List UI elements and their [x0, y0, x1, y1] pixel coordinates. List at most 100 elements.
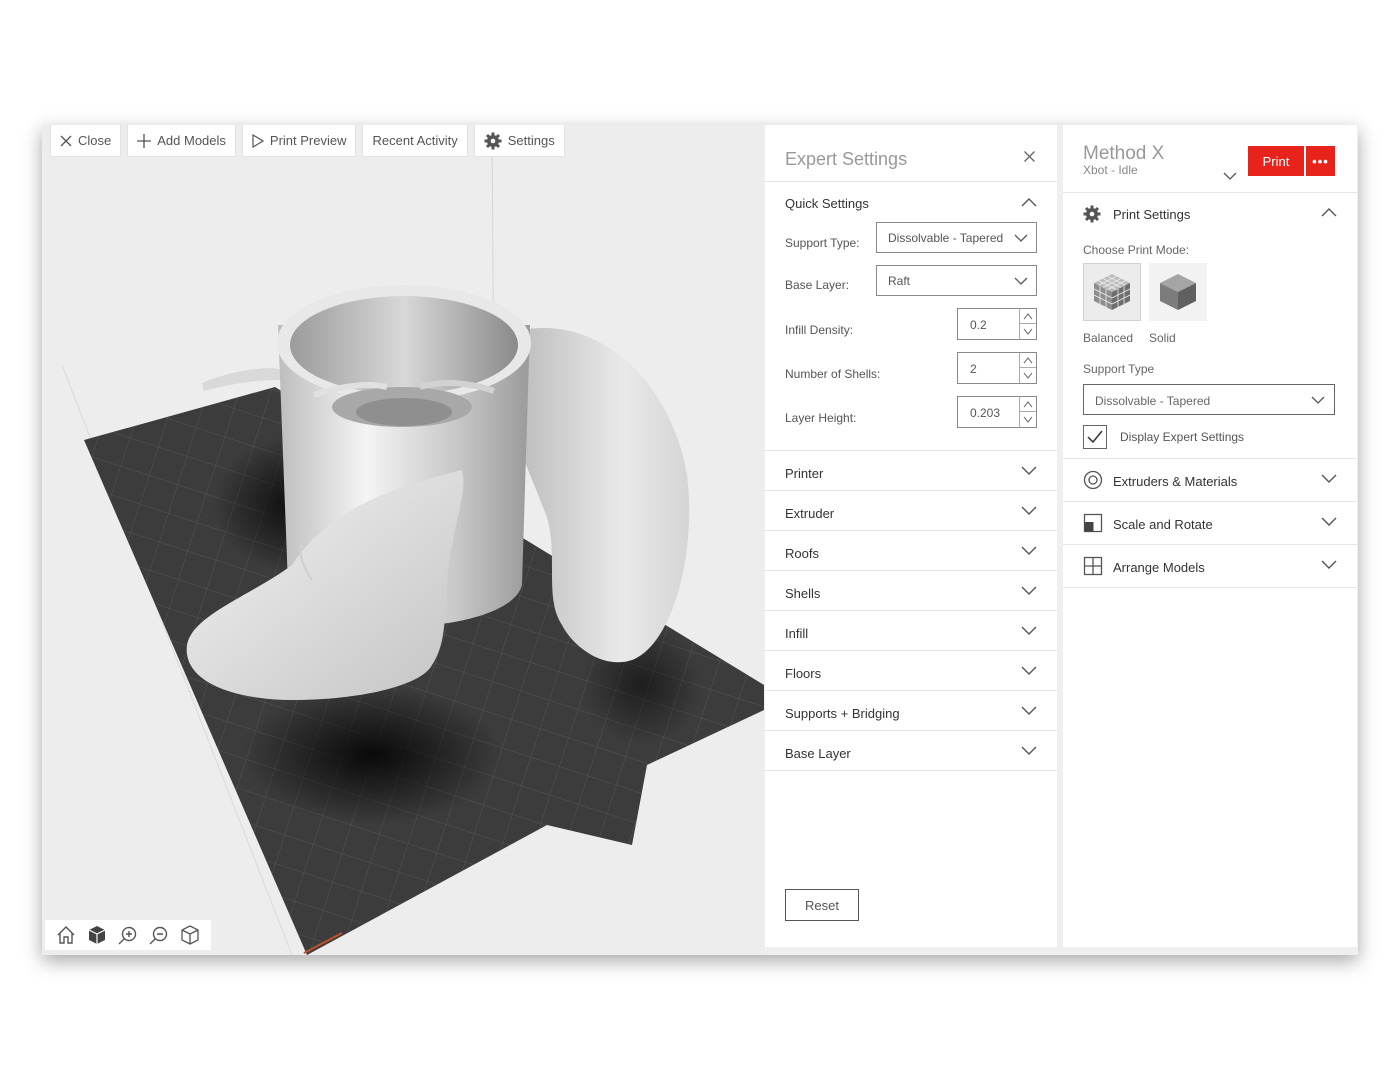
section-floors[interactable]: Floors: [765, 651, 1057, 691]
section-roofs[interactable]: Roofs: [765, 531, 1057, 571]
gear-icon: [1083, 205, 1101, 228]
close-icon: [60, 135, 72, 146]
scene-render[interactable]: [42, 125, 764, 955]
add-models-label: Add Models: [157, 133, 226, 148]
chevron-down-icon: [1021, 663, 1037, 681]
printer-panel: Method X Xbot - Idle Print ••• Print Set: [1063, 125, 1357, 947]
section-label: Printer: [785, 466, 824, 481]
chevron-down-icon: [1021, 703, 1037, 721]
add-models-button[interactable]: Add Models: [127, 125, 236, 157]
section-label: Infill: [785, 626, 809, 641]
infill-density-spinner: [1019, 309, 1036, 339]
printer-header: Method X Xbot - Idle Print •••: [1063, 125, 1357, 193]
close-button[interactable]: Close: [50, 125, 122, 157]
zoom-out-icon[interactable]: [149, 925, 169, 945]
section-label: Extruder: [785, 506, 835, 521]
number-of-shells-spinner: [1019, 353, 1036, 383]
mode-balanced-tile[interactable]: [1083, 263, 1141, 321]
zoom-in-icon[interactable]: [118, 925, 138, 945]
increment-arrow-icon[interactable]: [1020, 397, 1036, 412]
more-options-button[interactable]: •••: [1306, 146, 1335, 176]
infill-density-input[interactable]: 0.2: [957, 308, 1037, 340]
view-controls: [45, 920, 211, 950]
support-type-label: Support Type:: [785, 236, 860, 250]
section-extruders-materials[interactable]: Extruders & Materials: [1063, 459, 1357, 502]
scale-icon: [1083, 513, 1103, 538]
expert-settings-title: Expert Settings: [785, 149, 908, 169]
chevron-down-icon: [1014, 234, 1028, 242]
printer-name: Method X: [1083, 143, 1165, 164]
section-infill[interactable]: Infill: [765, 611, 1057, 651]
number-of-shells-input[interactable]: 2: [957, 352, 1037, 384]
section-label: Extruders & Materials: [1113, 474, 1238, 489]
decrement-arrow-icon[interactable]: [1020, 412, 1036, 427]
chevron-up-icon[interactable]: [1021, 194, 1037, 212]
base-layer-select[interactable]: Raft: [876, 265, 1037, 296]
print-settings-header[interactable]: Print Settings: [1063, 193, 1357, 233]
support-type-select[interactable]: Dissolvable - Tapered: [876, 222, 1037, 253]
quick-settings-header[interactable]: Quick Settings: [765, 182, 1057, 222]
section-arrange-models[interactable]: Arrange Models: [1063, 545, 1357, 588]
wireframe-cube-icon[interactable]: [180, 925, 200, 945]
chevron-down-icon: [1014, 277, 1028, 285]
chevron-down-icon: [1021, 743, 1037, 761]
checkmark-icon: [1087, 430, 1103, 444]
printer-select-chevron-icon[interactable]: [1223, 168, 1237, 186]
3d-viewport[interactable]: Close Add Models Print Preview Recent Ac…: [42, 125, 764, 955]
solid-cube-icon[interactable]: [87, 925, 107, 945]
display-expert-settings-checkbox[interactable]: [1083, 425, 1107, 449]
section-label: Floors: [785, 666, 822, 681]
chevron-down-icon: [1021, 503, 1037, 521]
layer-height-input[interactable]: 0.203: [957, 396, 1037, 428]
mode-balanced-label: Balanced: [1083, 331, 1134, 345]
mode-solid-tile[interactable]: [1149, 263, 1207, 321]
number-of-shells-label: Number of Shells:: [785, 367, 881, 381]
section-shells[interactable]: Shells: [765, 571, 1057, 611]
recent-activity-label: Recent Activity: [372, 133, 458, 148]
chevron-down-icon: [1321, 471, 1337, 489]
section-extruder[interactable]: Extruder: [765, 491, 1057, 531]
section-supports-bridging[interactable]: Supports + Bridging: [765, 691, 1057, 731]
extruder-ring-icon: [1083, 470, 1103, 495]
top-toolbar: Close Add Models Print Preview Recent Ac…: [50, 125, 565, 157]
infill-density-value: 0.2: [970, 318, 987, 332]
app-window: Close Add Models Print Preview Recent Ac…: [42, 125, 1358, 955]
base-layer-row: Base Layer: Raft: [765, 264, 1057, 306]
section-base-layer[interactable]: Base Layer: [765, 731, 1057, 771]
home-view-icon[interactable]: [56, 925, 76, 945]
infill-density-label: Infill Density:: [785, 323, 854, 337]
decrement-arrow-icon[interactable]: [1020, 324, 1036, 339]
print-preview-label: Print Preview: [269, 133, 347, 148]
expert-sections-list: Printer Extruder Roofs Shells Infill Flo…: [765, 450, 1057, 771]
support-type-value: Dissolvable - Tapered: [1095, 394, 1211, 408]
settings-button[interactable]: Settings: [473, 125, 565, 157]
chevron-down-icon: [1321, 557, 1337, 575]
increment-arrow-icon[interactable]: [1020, 353, 1036, 368]
reset-button[interactable]: Reset: [785, 889, 859, 921]
display-expert-settings-label: Display Expert Settings: [1120, 430, 1245, 444]
support-type-row: Support Type: Dissolvable - Tapered: [765, 222, 1057, 264]
gear-icon: [484, 132, 502, 149]
decrement-arrow-icon[interactable]: [1020, 368, 1036, 383]
base-layer-label: Base Layer:: [785, 278, 850, 292]
close-expert-settings-icon[interactable]: [1024, 149, 1035, 167]
section-label: Base Layer: [785, 746, 851, 761]
support-type-select[interactable]: Dissolvable - Tapered: [1083, 384, 1335, 415]
balanced-cube-icon: [1093, 274, 1131, 310]
section-scale-rotate[interactable]: Scale and Rotate: [1063, 502, 1357, 545]
chevron-down-icon: [1321, 514, 1337, 532]
recent-activity-button[interactable]: Recent Activity: [362, 125, 468, 157]
support-type-value: Dissolvable - Tapered: [888, 231, 1004, 245]
section-label: Scale and Rotate: [1113, 517, 1213, 532]
section-printer[interactable]: Printer: [765, 451, 1057, 491]
number-of-shells-value: 2: [970, 362, 977, 376]
quick-settings-label: Quick Settings: [785, 196, 869, 211]
chevron-down-icon: [1021, 623, 1037, 641]
printer-status: Xbot - Idle: [1083, 163, 1138, 177]
plus-icon: [137, 133, 152, 148]
layer-height-spinner: [1019, 397, 1036, 427]
chevron-down-icon: [1311, 396, 1325, 404]
print-preview-button[interactable]: Print Preview: [241, 125, 357, 157]
print-button[interactable]: Print: [1248, 146, 1304, 176]
increment-arrow-icon[interactable]: [1020, 309, 1036, 324]
